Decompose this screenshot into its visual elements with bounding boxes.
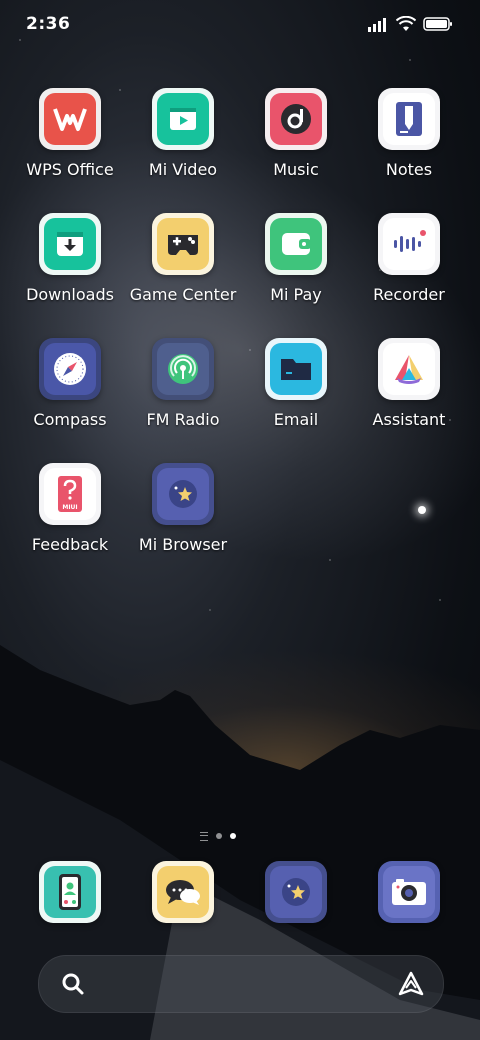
app-downloads[interactable]: Downloads	[15, 213, 125, 304]
dock-camera[interactable]	[354, 861, 464, 923]
page-indicator-list-icon	[200, 831, 208, 841]
wps-office-icon	[39, 88, 101, 150]
app-label: Mi Browser	[138, 535, 228, 554]
app-label: Recorder	[373, 285, 445, 304]
app-feedback[interactable]: MIUI Feedback	[15, 463, 125, 554]
browser-icon	[265, 861, 327, 923]
app-recorder[interactable]: Recorder	[354, 213, 464, 304]
app-label: Compass	[33, 410, 107, 429]
cellular-signal-icon	[368, 18, 386, 32]
camera-icon	[378, 861, 440, 923]
app-label: FM Radio	[146, 410, 220, 429]
page-dot-active[interactable]	[230, 833, 236, 839]
fm-radio-icon	[152, 338, 214, 400]
status-bar: 2:36	[0, 0, 480, 50]
assistant-icon	[378, 338, 440, 400]
app-mi-video[interactable]: Mi Video	[128, 88, 238, 179]
app-mi-browser[interactable]: Mi Browser	[128, 463, 238, 554]
messaging-icon	[152, 861, 214, 923]
page-dot[interactable]	[216, 833, 222, 839]
game-center-icon	[152, 213, 214, 275]
app-compass[interactable]: Compass	[15, 338, 125, 429]
mi-video-icon	[152, 88, 214, 150]
compass-icon	[39, 338, 101, 400]
email-icon	[265, 338, 327, 400]
notes-icon	[378, 88, 440, 150]
app-email[interactable]: Email	[241, 338, 351, 429]
app-game-center[interactable]: Game Center	[128, 213, 238, 304]
search-icon	[62, 973, 84, 995]
app-label: Notes	[385, 160, 433, 179]
app-label: Game Center	[129, 285, 237, 304]
app-mi-pay[interactable]: Mi Pay	[241, 213, 351, 304]
app-label: Mi Pay	[270, 285, 322, 304]
battery-icon	[423, 17, 452, 31]
app-label: Music	[273, 160, 319, 179]
mi-browser-icon	[152, 463, 214, 525]
app-label: WPS Office	[26, 160, 114, 179]
dock-contacts[interactable]	[15, 861, 125, 923]
app-label: Downloads	[26, 285, 114, 304]
dock-browser[interactable]	[241, 861, 351, 923]
wifi-icon	[396, 16, 416, 31]
assistant-shortcut-icon[interactable]	[397, 970, 425, 998]
app-label: Email	[273, 410, 319, 429]
recorder-icon	[378, 213, 440, 275]
feedback-icon: MIUI	[39, 463, 101, 525]
home-search-bar[interactable]	[38, 955, 444, 1013]
feedback-badge-text: MIUI	[62, 504, 77, 511]
dock-messaging[interactable]	[128, 861, 238, 923]
app-notes[interactable]: Notes	[354, 88, 464, 179]
app-fm-radio[interactable]: FM Radio	[128, 338, 238, 429]
page-indicator	[200, 829, 260, 843]
app-label: Feedback	[31, 535, 109, 554]
app-assistant[interactable]: Assistant	[354, 338, 464, 429]
app-wps-office[interactable]: WPS Office	[15, 88, 125, 179]
app-label: Assistant	[372, 410, 446, 429]
music-icon	[265, 88, 327, 150]
clock: 2:36	[26, 14, 71, 34]
app-label: Mi Video	[148, 160, 218, 179]
mi-pay-icon	[265, 213, 327, 275]
wallpaper-horizon-glow	[0, 640, 480, 800]
downloads-icon	[39, 213, 101, 275]
app-music[interactable]: Music	[241, 88, 351, 179]
contacts-icon	[39, 861, 101, 923]
wallpaper-bright-star	[418, 506, 426, 514]
